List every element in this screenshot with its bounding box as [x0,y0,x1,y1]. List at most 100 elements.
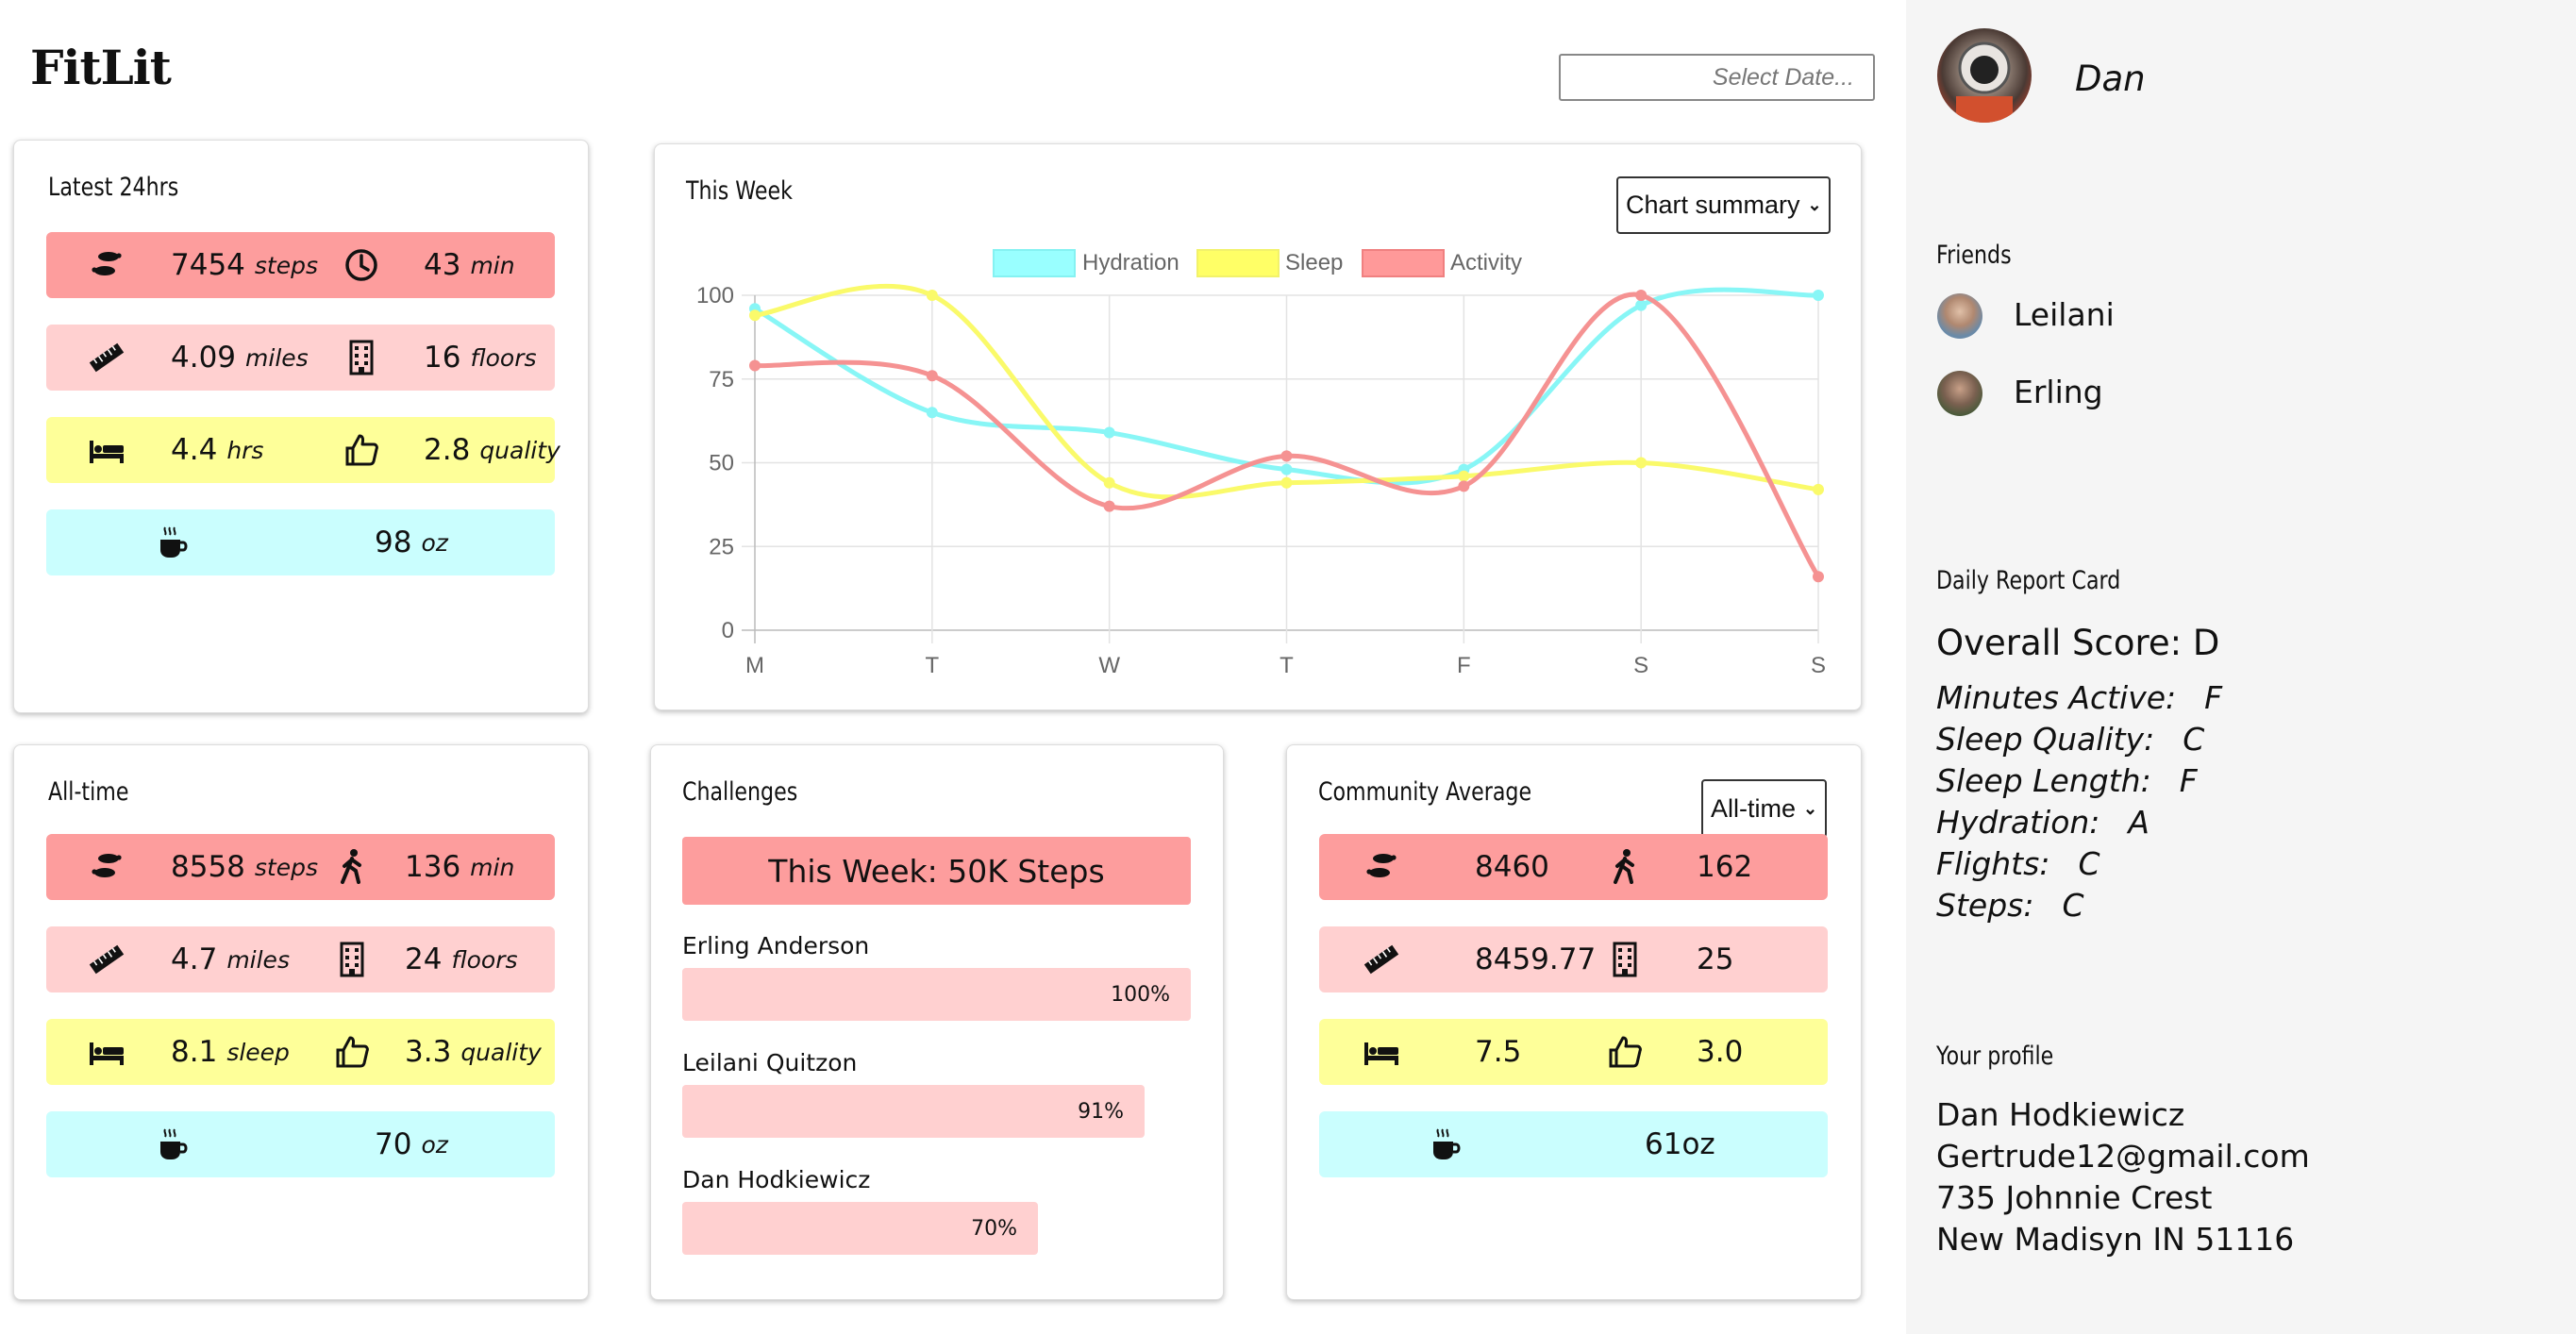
stat-unit: oz [421,1130,448,1159]
chevron-down-icon: ⌄ [1803,798,1818,818]
grade-label: Steps: [1936,887,2034,924]
stat-value: 7.5 [1475,1019,1521,1085]
x-tick-label: F [1457,653,1471,678]
challenge-progress-bar: 100% [682,968,1191,1021]
data-point-hydration [1103,426,1115,439]
stat-row: 4.4 hrs 2.8 quality [46,417,560,483]
stat-number: 24 [405,942,443,976]
data-point-activity [1280,450,1293,462]
stat-value: 61oz [1645,1111,1715,1177]
data-point-sleep [1813,483,1824,495]
stat-value: 25 [1697,926,1733,992]
stat-number: 8460 [1475,850,1549,884]
stat-number: 8.1 [171,1035,218,1069]
stat-value: 8459.77 [1475,926,1596,992]
data-point-sleep [926,290,938,301]
community-range-select[interactable]: All-time ⌄ [1701,779,1827,838]
grade-label: Minutes Active: [1936,679,2177,716]
challenge-progress-label: 100% [1111,982,1170,1007]
footprints-icon [84,844,129,890]
stat-row: 8558 steps 136 min [46,834,555,900]
profile-line: 735 Johnnie Crest [1936,1179,2213,1216]
stat-value: 98 oz [375,509,448,575]
data-point-hydration [1280,463,1293,475]
grade-value: C [2078,845,2100,882]
x-tick-label: M [745,653,764,678]
ruler-icon [84,335,129,380]
week-line-chart: 0 25 50 75 100 M T W T F S S [696,283,1826,678]
stat-number: 8459.77 [1475,942,1597,976]
stat-unit: steps [254,853,319,881]
stat-unit: oz [421,528,448,557]
sidebar: Dan Friends Leilani Erling Daily Report … [1906,0,2576,1334]
bed-icon [1359,1029,1404,1075]
stat-number: 43 [424,248,461,282]
friend-avatar[interactable] [1937,293,1982,339]
coffee-icon [150,1122,195,1167]
stat-unit: sleep [226,1038,290,1066]
stat-row: 98 oz [46,509,555,575]
community-range-value: All-time [1711,793,1797,823]
grade-line: Steps: C [1936,887,2084,924]
walking-person-icon [329,844,375,890]
report-card-title: Daily Report Card [1936,566,2121,595]
grade-value: F [2179,762,2198,799]
data-point-sleep [1280,476,1293,489]
stat-value: 4.09 miles [171,325,309,391]
challenge-participant-name: Erling Anderson [682,932,870,959]
stat-value: 7454 steps [171,232,318,298]
community-card-title: Community Average [1318,777,1532,807]
friend-avatar[interactable] [1937,371,1982,416]
stat-number: 7454 [171,248,245,282]
x-tick-label: S [1811,653,1826,678]
stat-unit: min [470,251,515,279]
stat-value: 70 oz [375,1111,448,1177]
data-point-activity [926,370,938,382]
stat-number: 3.3 [405,1035,452,1069]
stat-number: 136 [405,850,461,884]
y-tick-label: 50 [709,451,734,476]
grade-line: Sleep Length: F [1936,762,2198,799]
stat-row: 4.09 miles 16 floors [46,325,555,391]
stat-number: 2.8 [424,433,471,467]
x-tick-label: T [925,653,939,678]
stat-row: 61oz [1319,1111,1828,1177]
data-point-activity [1635,290,1648,301]
stat-value: 16 floors [424,325,537,391]
challenge-progress-label: 91% [1078,1099,1124,1124]
stat-number: 4.4 [171,433,218,467]
challenge-participant-name: Leilani Quitzon [682,1049,858,1076]
thumbs-up-icon [329,1029,375,1075]
data-point-sleep [1103,476,1115,489]
friend-name-1[interactable]: Erling [2014,374,2103,410]
grade-line: Hydration: A [1936,804,2149,841]
grade-label: Sleep Length: [1936,762,2151,799]
thumbs-up-icon [339,427,384,473]
data-point-activity [1103,500,1115,512]
stat-unit: floors [470,343,537,372]
challenge-banner: This Week: 50K Steps [682,837,1191,905]
footprints-icon [84,242,129,288]
stat-row: 8.1 sleep 3.3 quality [46,1019,555,1085]
data-point-sleep [1635,457,1648,469]
stat-unit: miles [226,945,290,974]
data-point-sleep [749,309,761,322]
challenges-card-title: Challenges [682,777,798,807]
user-avatar[interactable] [1937,28,2032,123]
data-point-activity [1813,571,1824,583]
grade-label: Flights: [1936,845,2050,882]
grade-line: Flights: C [1936,845,2099,882]
data-point-activity [749,359,761,372]
alltime-card-title: All-time [48,777,129,807]
friend-name-0[interactable]: Leilani [2014,296,2115,333]
data-point-sleep [1458,470,1470,482]
grade-value: F [2204,679,2223,716]
stat-unit: min [470,853,515,881]
stat-value: 24 floors [405,926,518,992]
overall-score: Overall Score: D [1936,623,2220,663]
stat-row: 7.5 3.0 [1319,1019,1828,1085]
profile-line: Dan Hodkiewicz [1936,1096,2185,1133]
coffee-icon [1423,1122,1468,1167]
stat-value: 136 min [405,834,514,900]
date-select-input[interactable]: Select Date... [1559,54,1875,101]
